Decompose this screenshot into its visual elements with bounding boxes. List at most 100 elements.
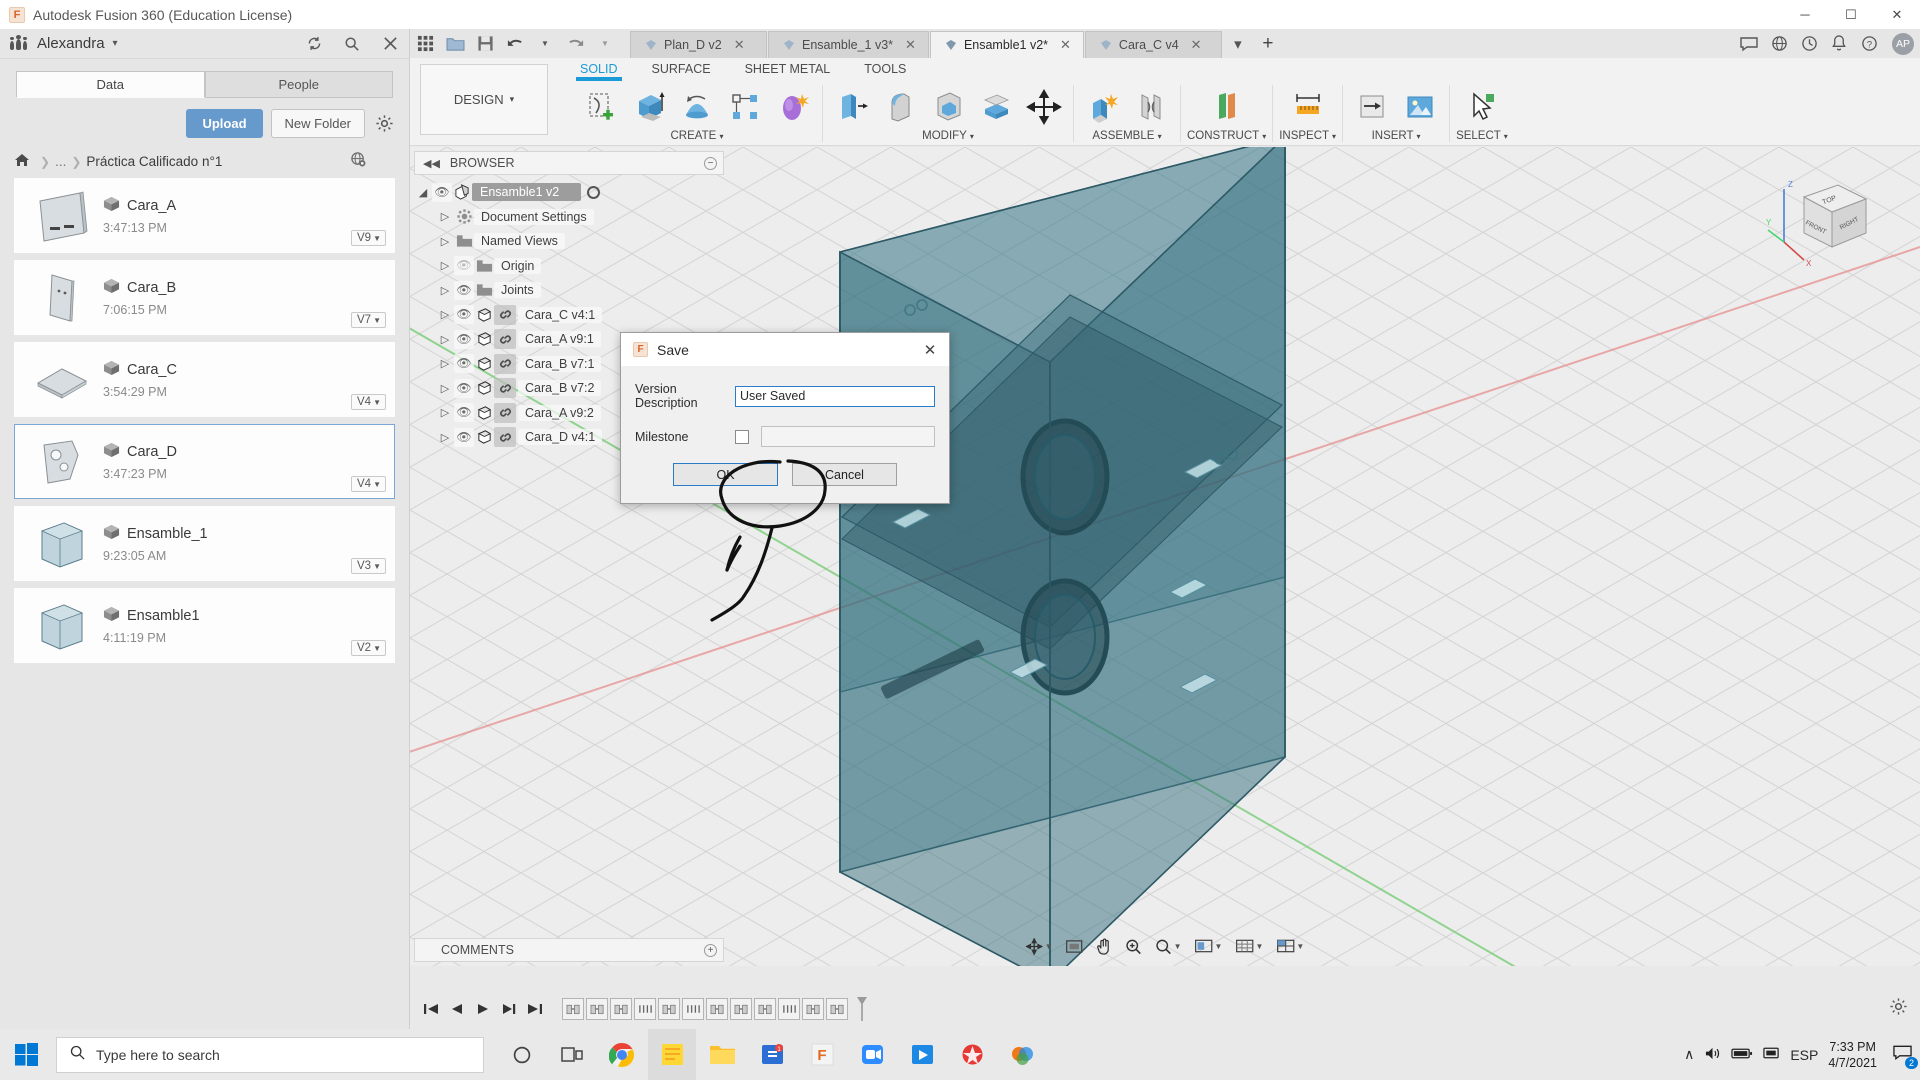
version-badge[interactable]: V4 ▼ bbox=[351, 394, 386, 410]
chevron-down-icon[interactable]: ▾ bbox=[113, 38, 118, 49]
measure-icon[interactable] bbox=[1285, 85, 1331, 129]
viewport[interactable]: ◀◀ BROWSER − ◢ 👁 Ensamble1 v2 ▷ Document… bbox=[410, 147, 1920, 966]
save-icon[interactable] bbox=[470, 29, 500, 58]
file-name[interactable]: Cara_D bbox=[127, 444, 177, 460]
undo-caret-icon[interactable]: ▼ bbox=[530, 29, 560, 58]
paint3d-icon[interactable] bbox=[998, 1029, 1046, 1080]
search-input[interactable]: Type here to search bbox=[56, 1036, 484, 1073]
tree-item-cara-c[interactable]: ▷ 👁 Cara_C v4:1 bbox=[414, 303, 724, 328]
visibility-icon[interactable]: 👁 bbox=[432, 182, 452, 202]
timeline-settings-icon[interactable] bbox=[1889, 997, 1908, 1021]
expand-arrow-icon[interactable]: ◢ bbox=[414, 186, 432, 199]
timeline-feature[interactable] bbox=[562, 997, 584, 1020]
tree-item-root[interactable]: ◢ 👁 Ensamble1 v2 bbox=[414, 180, 724, 205]
offset-plane-icon[interactable] bbox=[1204, 85, 1250, 129]
milestone-checkbox[interactable] bbox=[735, 429, 749, 444]
visibility-icon[interactable]: 👁 bbox=[454, 305, 474, 325]
file-name[interactable]: Cara_C bbox=[127, 362, 177, 378]
insert-derive-icon[interactable] bbox=[1349, 85, 1395, 129]
undo-icon[interactable] bbox=[500, 29, 530, 58]
new-file-icon[interactable] bbox=[440, 29, 470, 58]
tree-item-joints[interactable]: ▷ 👁 Joints bbox=[414, 278, 724, 303]
zoom-window-icon[interactable]: ▼ bbox=[1150, 934, 1187, 958]
close-icon[interactable]: ✕ bbox=[734, 37, 745, 53]
tab-data[interactable]: Data bbox=[16, 71, 205, 98]
task-view-icon[interactable] bbox=[548, 1029, 596, 1080]
form-icon[interactable] bbox=[770, 85, 816, 129]
workspace-selector[interactable]: DESIGN ▾ bbox=[420, 64, 548, 135]
timeline-feature[interactable] bbox=[730, 997, 752, 1020]
tab-people[interactable]: People bbox=[204, 71, 393, 98]
file-card-cara-b[interactable]: Cara_B 7:06:15 PM V7 ▼ bbox=[14, 260, 395, 335]
chrome-icon[interactable] bbox=[598, 1029, 646, 1080]
expand-arrow-icon[interactable]: ▷ bbox=[436, 308, 454, 321]
visibility-icon[interactable]: 👁 bbox=[454, 427, 474, 447]
orbit-icon[interactable]: ▼ bbox=[1021, 934, 1058, 958]
avatar[interactable]: AP bbox=[1892, 32, 1914, 55]
help-icon[interactable]: ? bbox=[1854, 29, 1884, 58]
expand-arrow-icon[interactable]: ▷ bbox=[436, 406, 454, 419]
joint-icon[interactable] bbox=[1128, 85, 1174, 129]
cortana-icon[interactable] bbox=[498, 1029, 546, 1080]
shell-icon[interactable] bbox=[925, 85, 971, 129]
redo-caret-icon[interactable]: ▼ bbox=[590, 29, 620, 58]
fusion360-icon[interactable]: F bbox=[798, 1029, 846, 1080]
expand-arrow-icon[interactable]: ▷ bbox=[436, 431, 454, 444]
extrude-icon[interactable] bbox=[626, 85, 672, 129]
visibility-icon[interactable]: 👁 bbox=[454, 354, 474, 374]
add-comment-icon[interactable]: + bbox=[704, 943, 717, 957]
expand-arrow-icon[interactable]: ▷ bbox=[436, 333, 454, 346]
tree-item-document-settings[interactable]: ▷ Document Settings bbox=[414, 205, 724, 230]
notifications-icon[interactable]: 2 bbox=[1893, 1044, 1918, 1069]
close-icon[interactable]: ✕ bbox=[1191, 37, 1202, 53]
cancel-button[interactable]: Cancel bbox=[792, 463, 897, 486]
ribbon-tab-solid[interactable]: SOLID bbox=[576, 62, 621, 81]
zoom-icon[interactable] bbox=[1120, 934, 1147, 958]
timeline-feature[interactable] bbox=[754, 997, 776, 1020]
timeline-feature[interactable] bbox=[658, 997, 680, 1020]
skip-start-icon[interactable] bbox=[418, 995, 444, 1023]
timeline-feature[interactable] bbox=[826, 997, 848, 1020]
zoom-app-icon[interactable] bbox=[848, 1029, 896, 1080]
visibility-icon[interactable]: 👁 bbox=[454, 329, 474, 349]
collapse-icon[interactable]: ◀◀ bbox=[423, 157, 440, 170]
chevron-down-icon[interactable]: ▼ bbox=[1045, 942, 1053, 951]
dialog-close-button[interactable]: ✕ bbox=[911, 333, 949, 366]
file-name[interactable]: Cara_A bbox=[127, 198, 176, 214]
expand-arrow-icon[interactable]: ▷ bbox=[436, 284, 454, 297]
insert-canvas-icon[interactable] bbox=[1397, 85, 1443, 129]
timeline-feature[interactable] bbox=[802, 997, 824, 1020]
ok-button[interactable]: OK bbox=[673, 463, 778, 486]
ribbon-tab-sheet-metal[interactable]: SHEET METAL bbox=[745, 62, 831, 76]
comment-icon[interactable] bbox=[1734, 29, 1764, 58]
hole-pattern-icon[interactable] bbox=[722, 85, 768, 129]
comments-panel[interactable]: COMMENTS + bbox=[414, 938, 724, 962]
chevron-down-icon[interactable]: ▼ bbox=[1174, 942, 1182, 951]
show-hidden-icons-icon[interactable]: ∧ bbox=[1684, 1046, 1694, 1063]
expand-arrow-icon[interactable]: ▷ bbox=[436, 357, 454, 370]
expand-arrow-icon[interactable]: ▷ bbox=[436, 259, 454, 272]
timeline-feature[interactable] bbox=[778, 997, 800, 1020]
clock-icon[interactable] bbox=[1794, 29, 1824, 58]
tab-ensamble1[interactable]: Ensamble1 v2* ✕ bbox=[929, 31, 1084, 58]
clock[interactable]: 7:33 PM 4/7/2021 bbox=[1828, 1039, 1877, 1071]
video-editor-icon[interactable] bbox=[948, 1029, 996, 1080]
visibility-icon[interactable]: 👁 bbox=[454, 378, 474, 398]
ribbon-tab-tools[interactable]: TOOLS bbox=[864, 62, 906, 76]
store-icon[interactable]: 1 bbox=[748, 1029, 796, 1080]
upload-button[interactable]: Upload bbox=[186, 109, 263, 138]
file-card-ensamble-1[interactable]: Ensamble_1 9:23:05 AM V3 ▼ bbox=[14, 506, 395, 581]
network-icon[interactable] bbox=[1763, 1046, 1780, 1063]
expand-arrow-icon[interactable]: ▷ bbox=[436, 210, 454, 223]
close-icon[interactable]: ✕ bbox=[905, 37, 916, 53]
breadcrumb-ellipsis[interactable]: ... bbox=[55, 154, 66, 169]
play-icon[interactable] bbox=[470, 995, 496, 1023]
display-settings-icon[interactable]: ▼ bbox=[1190, 934, 1228, 958]
tree-item-origin[interactable]: ▷ 👁 Origin bbox=[414, 254, 724, 279]
version-badge[interactable]: V4 ▼ bbox=[351, 476, 386, 492]
file-card-cara-c[interactable]: Cara_C 3:54:29 PM V4 ▼ bbox=[14, 342, 395, 417]
pan-display-icon[interactable] bbox=[1061, 934, 1088, 958]
visibility-icon[interactable]: 👁 bbox=[454, 403, 474, 423]
globe-icon[interactable] bbox=[350, 151, 367, 172]
chevron-down-icon[interactable]: ▼ bbox=[1296, 942, 1304, 951]
